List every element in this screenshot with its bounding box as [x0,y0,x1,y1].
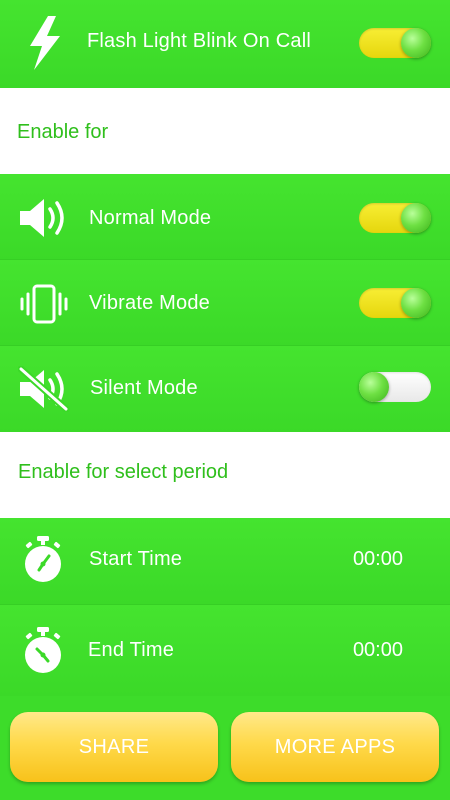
flash-master-toggle[interactable] [359,28,431,58]
mode-row-vibrate: Vibrate Mode [0,260,450,346]
start-time-value: 00:00 [352,548,403,570]
time-label-start: Start Time [89,548,183,570]
vibrate-icon [20,284,68,324]
time-row-start[interactable]: Start Time 00:00 [0,518,450,604]
more-apps-button[interactable]: MORE APPS [231,712,439,782]
speaker-icon [20,199,64,237]
toggle-knob [401,28,431,58]
toggle-knob [401,203,431,233]
header-bar: Flash Light Blink On Call [0,0,450,88]
speaker-muted-icon [18,366,70,412]
toggle-knob [359,372,389,402]
section-label-enable-period: Enable for select period [18,461,229,483]
section-header-enable-for: Enable for [0,88,450,174]
time-label-end: End Time [88,639,175,661]
lightning-bolt-icon [30,16,60,70]
mode-label-normal: Normal Mode [89,207,212,229]
stopwatch-icon [25,536,61,582]
section-header-enable-period: Enable for select period [0,432,450,518]
mode-label-vibrate: Vibrate Mode [89,292,210,314]
vibrate-mode-toggle[interactable] [359,288,431,318]
mode-row-silent: Silent Mode [0,346,450,432]
mode-row-normal: Normal Mode [0,174,450,260]
toggle-knob [401,288,431,318]
share-button[interactable]: SHARE [10,712,218,782]
time-row-end[interactable]: End Time 00:00 [0,605,450,696]
end-time-value: 00:00 [352,639,403,661]
mode-label-silent: Silent Mode [90,377,198,399]
section-label-enable-for: Enable for [17,121,109,143]
stopwatch-icon [25,627,61,673]
app-title: Flash Light Blink On Call [87,30,311,52]
normal-mode-toggle[interactable] [359,203,431,233]
silent-mode-toggle[interactable] [359,372,431,402]
